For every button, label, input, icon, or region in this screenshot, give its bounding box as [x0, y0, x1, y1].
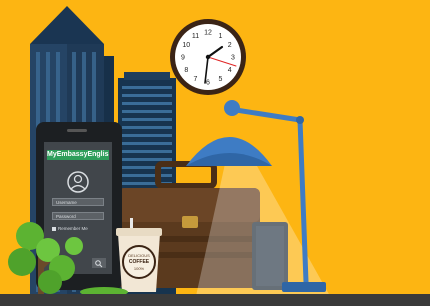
remember-me-checkbox: Remember Me — [52, 226, 88, 232]
clock-numeral: 2 — [228, 42, 232, 49]
app-brand-bar: MyEmbassyEnglish — [47, 150, 109, 160]
clock-numeral: 1 — [219, 33, 223, 40]
cup-label: COFFEE — [128, 259, 150, 265]
clock-numeral: 10 — [182, 42, 190, 49]
smartphone — [36, 122, 122, 290]
clock-numeral: 3 — [231, 55, 235, 62]
clock-numeral: 8 — [184, 67, 188, 74]
clock-numeral: 12 — [204, 30, 212, 37]
cup-label-top: DELICIOUS — [128, 253, 150, 258]
clock-numeral: 4 — [228, 67, 232, 74]
checkbox-icon — [52, 226, 56, 231]
desk-surface — [0, 294, 430, 306]
clock-numeral: 5 — [219, 76, 223, 83]
username-field: Username — [52, 198, 104, 206]
wall-clock: 12 12 3 45 6 78 9 1011 — [170, 19, 246, 95]
password-field: Password — [52, 212, 104, 220]
remember-me-label: Remember Me — [58, 226, 88, 231]
clock-numeral: 6 — [206, 80, 210, 87]
clock-numeral: 11 — [192, 33, 199, 40]
clock-numeral: 9 — [181, 55, 185, 62]
cup-label-bottom: 100% — [133, 266, 145, 271]
clock-numeral: 7 — [194, 76, 198, 83]
